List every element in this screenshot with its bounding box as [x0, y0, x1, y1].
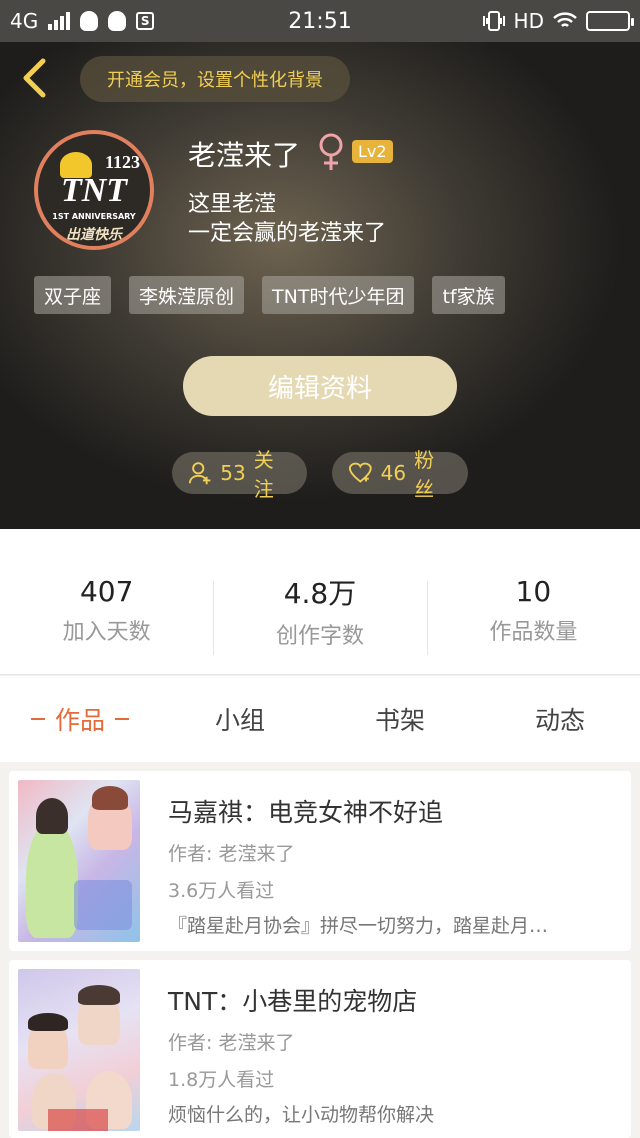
signal-icon	[48, 12, 71, 30]
tag[interactable]: 李姝滢原创	[129, 276, 245, 314]
bio: 这里老滢 一定会赢的老滢来了	[188, 190, 386, 248]
stat-value: 407	[79, 575, 134, 608]
fans-count: 46	[380, 461, 407, 485]
vibrate-icon	[482, 11, 505, 31]
avatar-caption: 出道快乐	[66, 227, 122, 243]
works-list: 马嘉祺：电竞女神不好追 作者: 老滢来了 3.6万人看过 『踏星赴月协会』拼尽一…	[0, 762, 640, 1138]
level-badge: Lv2	[352, 140, 393, 163]
tab-bookshelf[interactable]: 书架	[320, 676, 480, 762]
back-button[interactable]	[14, 56, 54, 100]
stat-value: 10	[515, 575, 552, 608]
following-count: 53	[220, 461, 246, 485]
work-description: 『踏星赴月协会』拼尽一切努力，踏星赴月…	[168, 915, 549, 937]
tab-label: 作品	[54, 706, 105, 735]
tab-bar: 作品 小组 书架 动态	[0, 676, 640, 762]
following-button[interactable]: 53 关注	[172, 448, 307, 501]
work-author: 作者: 老滢来了	[168, 1032, 295, 1054]
tag[interactable]: tf家族	[432, 276, 505, 314]
work-title: TNT：小巷里的宠物店	[168, 987, 418, 1016]
work-cover-image	[18, 969, 140, 1131]
heart-icon	[348, 462, 372, 483]
avatar[interactable]: 1123 TNT 1ST ANNIVERSARY 出道快乐	[34, 130, 154, 250]
work-cover-image	[18, 780, 140, 942]
tab-label: 小组	[214, 706, 265, 735]
status-bar: 4G S 21:51 HD	[0, 0, 640, 42]
work-description: 烦恼什么的，让小动物帮你解决	[168, 1104, 435, 1126]
female-icon	[319, 133, 343, 170]
tab-label: 书架	[374, 706, 425, 735]
tab-works[interactable]: 作品	[0, 676, 160, 762]
avatar-number: 1123	[104, 152, 140, 172]
hd-indicator: HD	[513, 9, 544, 33]
work-views: 1.8万人看过	[168, 1069, 275, 1091]
following-label: 关注	[253, 448, 274, 501]
bio-line: 这里老滢	[188, 192, 277, 217]
avatar-brand: TNT	[60, 172, 128, 209]
tab-label: 动态	[534, 706, 585, 735]
stat-label: 创作字数	[275, 623, 364, 649]
stat-work-count: 10 作品数量	[426, 529, 640, 674]
chevron-left-icon	[23, 58, 46, 98]
work-views: 3.6万人看过	[168, 880, 275, 902]
profile-header: 开通会员，设置个性化背景 1123 TNT 1ST ANNIVERSARY 出道…	[0, 42, 640, 529]
username: 老滢来了	[188, 139, 301, 172]
edit-profile-button[interactable]: 编辑资料	[183, 356, 457, 416]
work-author: 作者: 老滢来了	[168, 843, 295, 865]
wifi-icon	[553, 12, 577, 27]
avatar-subtitle: 1ST ANNIVERSARY	[52, 212, 136, 221]
vip-upgrade-banner[interactable]: 开通会员，设置个性化背景	[80, 56, 350, 102]
active-indicator	[30, 718, 45, 720]
work-card[interactable]: 马嘉祺：电竞女神不好追 作者: 老滢来了 3.6万人看过 『踏星赴月协会』拼尽一…	[9, 771, 631, 951]
add-user-icon	[188, 462, 211, 485]
network-type: 4G	[10, 9, 39, 33]
stat-join-days: 407 加入天数	[0, 529, 213, 674]
tab-groups[interactable]: 小组	[160, 676, 320, 762]
fans-button[interactable]: 46 粉丝	[332, 448, 468, 501]
work-title: 马嘉祺：电竞女神不好追	[168, 798, 444, 827]
bio-line: 一定会赢的老滢来了	[188, 221, 387, 246]
battery-icon	[586, 11, 634, 31]
stat-value: 4.8万	[283, 576, 357, 610]
qq-icon	[80, 11, 99, 31]
stat-label: 加入天数	[62, 620, 151, 645]
stat-label: 作品数量	[489, 620, 578, 645]
work-card[interactable]: TNT：小巷里的宠物店 作者: 老滢来了 1.8万人看过 烦恼什么的，让小动物帮…	[9, 960, 631, 1138]
tag[interactable]: TNT时代少年团	[262, 276, 415, 314]
qq-icon	[108, 11, 127, 31]
tag-list: 双子座 李姝滢原创 TNT时代少年团 tf家族	[34, 276, 505, 314]
s-app-icon: S	[136, 12, 155, 30]
tab-activity[interactable]: 动态	[480, 676, 640, 762]
fans-label: 粉丝	[414, 448, 435, 501]
stat-word-count: 4.8万 创作字数	[213, 529, 426, 674]
active-indicator	[115, 718, 129, 720]
stats-bar: 407 加入天数 4.8万 创作字数 10 作品数量	[0, 529, 640, 675]
tag[interactable]: 双子座	[34, 276, 112, 314]
